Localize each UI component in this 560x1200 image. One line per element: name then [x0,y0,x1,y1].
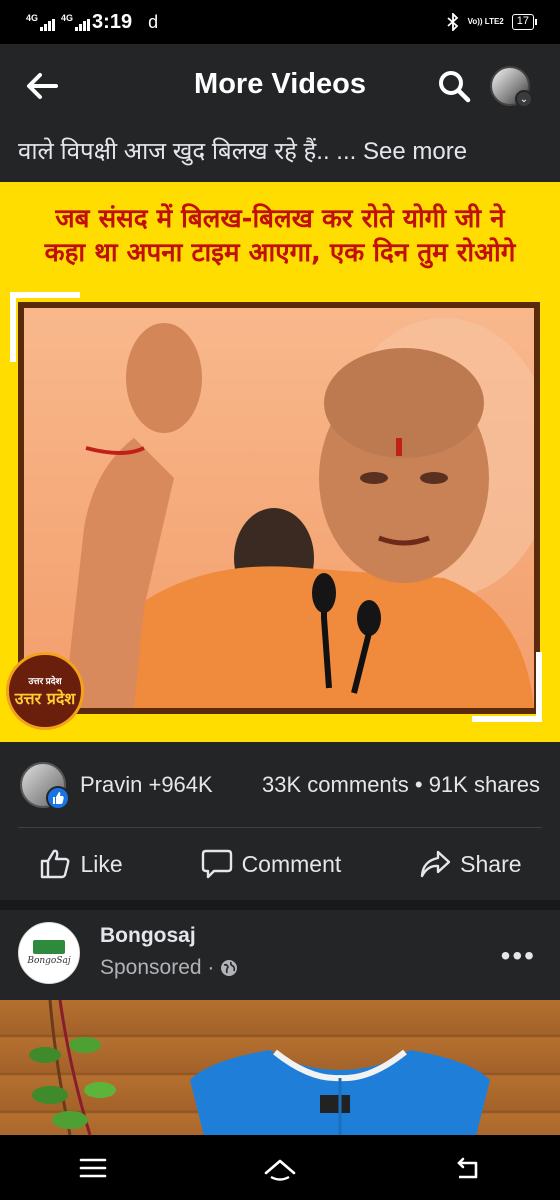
comment-icon [201,849,232,879]
share-button[interactable]: Share [418,847,522,881]
post-image[interactable]: जब संसद में बिलख-बिलख कर रोते योगी जी ने… [0,182,560,742]
poster-headline: जब संसद में बिलख-बिलख कर रोते योगी जी ने… [0,202,560,270]
search-icon[interactable] [436,68,472,104]
like-reaction-icon [46,786,70,810]
network-2: 4G [61,12,91,31]
network-1: 4G [26,12,56,31]
headline-line-1: जब संसद में बिलख-बिलख कर रोते योगी जी ने [55,204,505,234]
chevron-down-icon: ⌄ [515,90,533,108]
badge-main-text: उत्तर प्रदेश [14,688,76,708]
reactor-avatar[interactable] [20,762,70,810]
see-more-link[interactable]: See more [363,138,467,165]
cart-icon [33,940,65,954]
status-bar: 4G 4G 3:19 d Vo)) LTE2 17 [0,0,560,44]
sponsored-label: Sponsored · [100,956,238,980]
network-indicators: 4G 4G [26,12,91,31]
app-bar: More Videos ⌄ [0,44,560,126]
back-nav-icon[interactable] [450,1151,484,1185]
headline-line-2: कहा था अपना टाइम आएगा, एक दिन तुम रोओगे [44,238,516,268]
like-label: Like [80,850,123,877]
tshirt-product-photo [190,1049,490,1135]
signal-1-icon [40,18,56,31]
menu-icon[interactable] [76,1151,110,1185]
plant-decoration [29,1000,116,1135]
profile-avatar[interactable]: ⌄ [490,66,533,108]
battery-icon: 17 [511,14,538,30]
sponsored-post-header: BongoSaj Bongosaj Sponsored · ••• [0,910,560,1000]
speaker-photo [64,318,534,708]
share-label: Share [460,850,522,877]
post-stats: Pravin +964K 33K comments • 91K shares [0,742,560,828]
post-caption: वाले विपक्षी आज खुद बिलख रहे हैं.. ... S… [0,126,560,182]
home-icon[interactable] [263,1151,297,1185]
sponsored-text: Sponsored · [100,956,215,979]
globe-icon [221,960,238,976]
like-button[interactable]: Like [38,847,123,881]
volte-indicator: Vo)) LTE2 [467,17,504,26]
brand-name[interactable]: Bongosaj [100,924,196,948]
notification-indicator: d [148,11,159,32]
thumbs-up-icon [41,849,70,879]
signal-2-icon [75,18,91,31]
channel-badge-logo: उत्तर प्रदेश उत्तर प्रदेश [6,652,84,730]
comments-shares-count[interactable]: 33K comments • 91K shares [262,772,540,798]
share-icon [420,850,451,878]
caption-text: वाले विपक्षी आज खुद बिलख रहे हैं.. ... [18,138,357,165]
frame-corner-decoration-2 [472,652,542,722]
brand-logo[interactable]: BongoSaj [18,922,80,984]
brand-logo-text: BongoSaj [27,956,71,966]
photo-frame [18,302,540,714]
bluetooth-icon [446,13,458,31]
page-title: More Videos [194,68,366,100]
reactions-count[interactable]: Pravin +964K [80,772,213,798]
clock: 3:19 [92,10,133,33]
post-actions: Like Comment Share [0,828,560,900]
status-right: Vo)) LTE2 17 [446,13,538,31]
comment-button[interactable]: Comment [200,847,342,881]
comment-label: Comment [241,850,342,877]
network-1-label: 4G [26,12,39,23]
ad-image[interactable] [0,1000,560,1135]
badge-top-text: उत्तर प्रदेश [28,675,62,686]
more-options-icon[interactable]: ••• [501,940,536,972]
system-nav-bar [0,1135,560,1200]
feed-separator [0,900,560,910]
network-2-label: 4G [61,12,74,23]
